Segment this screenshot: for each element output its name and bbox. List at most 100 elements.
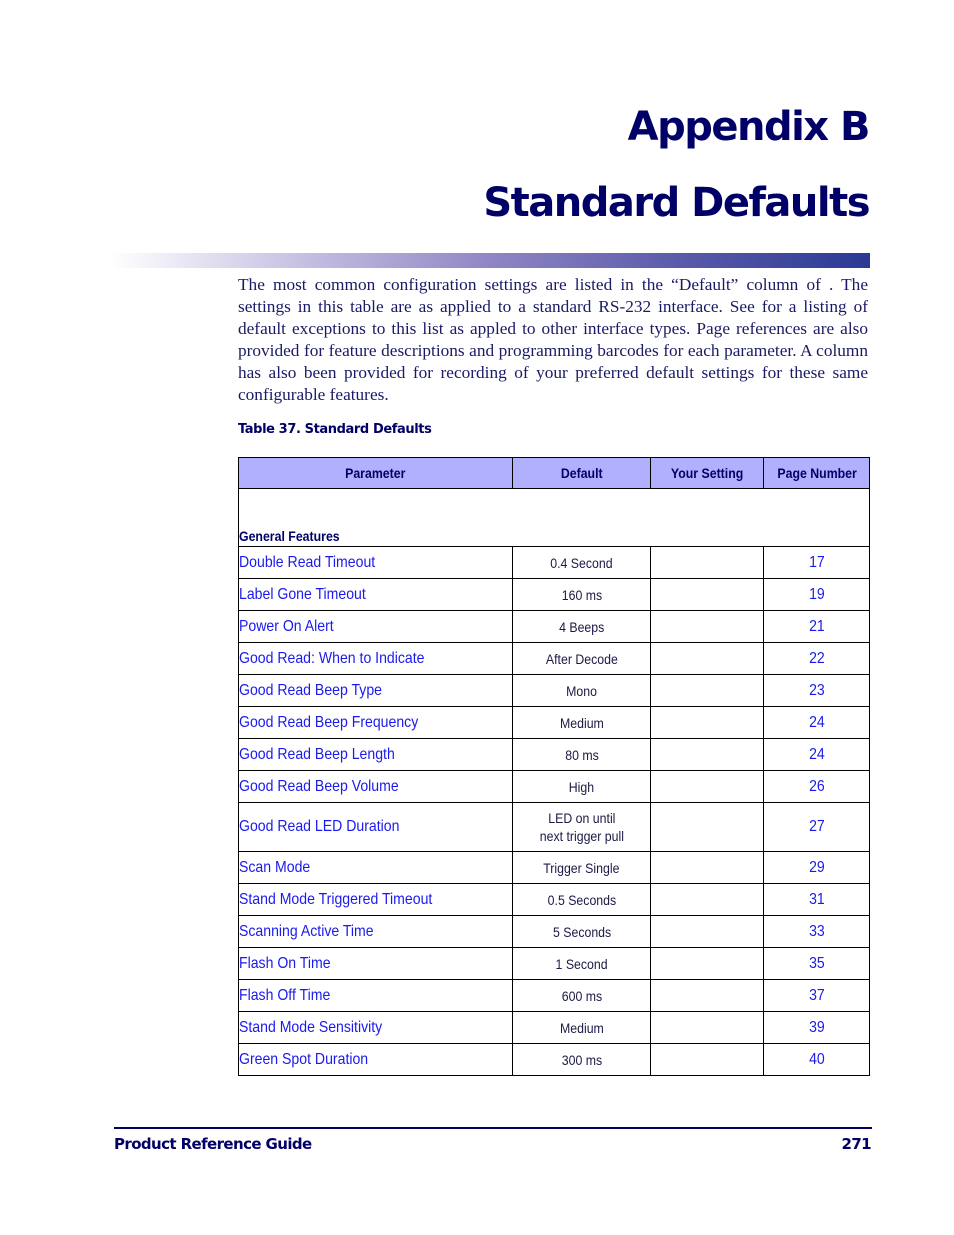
default-value: LED on until next trigger pull	[512, 802, 651, 852]
default-value: Medium	[512, 1011, 651, 1044]
page-number-link[interactable]: 24	[763, 706, 870, 739]
section-cell: General Features	[238, 488, 870, 547]
table-row: Good Read Beep Volume High 26	[237, 770, 870, 803]
your-setting-cell	[649, 883, 765, 916]
page-number-link[interactable]: 40	[763, 1043, 870, 1076]
parameter-label[interactable]: Stand Mode Sensitivity	[239, 1019, 382, 1037]
page-number-link[interactable]: 19	[763, 578, 870, 611]
page-number-text[interactable]: 17	[809, 554, 825, 572]
parameter-label[interactable]: Good Read LED Duration	[239, 818, 399, 836]
column-header-your-setting: Your Setting	[649, 457, 765, 489]
parameter-label[interactable]: Stand Mode Triggered Timeout	[239, 891, 432, 909]
parameter-link[interactable]: Power On Alert	[237, 610, 514, 643]
your-setting-cell	[649, 802, 765, 852]
parameter-link[interactable]: Good Read Beep Frequency	[237, 706, 514, 739]
parameter-label[interactable]: Power On Alert	[239, 618, 334, 636]
page-number-text[interactable]: 33	[809, 923, 825, 941]
default-value: 5 Seconds	[512, 915, 651, 948]
section-label: General Features	[239, 528, 340, 544]
page-number-text[interactable]: 26	[809, 778, 825, 796]
page-number-text[interactable]: 27	[809, 818, 825, 836]
default-value-text: Medium	[559, 1019, 604, 1036]
default-value-text: 300 ms	[561, 1051, 602, 1068]
default-value: Medium	[512, 706, 651, 739]
parameter-label[interactable]: Scan Mode	[239, 859, 310, 877]
page-number-text[interactable]: 35	[809, 955, 825, 973]
parameter-label[interactable]: Good Read Beep Frequency	[239, 714, 418, 732]
default-value-text: 4 Beeps	[559, 618, 605, 635]
page-number-link[interactable]: 22	[763, 642, 870, 675]
parameter-link[interactable]: Scanning Active Time	[237, 915, 514, 948]
column-header-page-number: Page Number	[763, 457, 870, 489]
default-value: After Decode	[512, 642, 651, 675]
parameter-link[interactable]: Good Read LED Duration	[237, 802, 514, 852]
parameter-label[interactable]: Good Read Beep Volume	[239, 778, 399, 796]
chapter-title: Standard Defaults	[483, 180, 870, 226]
default-value-text: 80 ms	[564, 746, 599, 763]
page-number-link[interactable]: 27	[763, 802, 870, 852]
your-setting-cell	[649, 1043, 765, 1076]
page-number-link[interactable]: 37	[763, 979, 870, 1012]
default-value-text: High	[568, 778, 595, 795]
default-value-text: 5 Seconds	[552, 923, 611, 940]
table-row: Flash On Time 1 Second 35	[237, 947, 870, 980]
page-number-text[interactable]: 37	[809, 987, 825, 1005]
parameter-link[interactable]: Stand Mode Triggered Timeout	[237, 883, 514, 916]
parameter-link[interactable]: Stand Mode Sensitivity	[237, 1011, 514, 1044]
page-number-link[interactable]: 39	[763, 1011, 870, 1044]
parameter-link[interactable]: Double Read Timeout	[237, 546, 514, 579]
parameter-link[interactable]: Good Read Beep Length	[237, 738, 514, 771]
table-row: Flash Off Time 600 ms 37	[237, 979, 870, 1012]
page-number-text[interactable]: 24	[809, 746, 825, 764]
page-number-text[interactable]: 40	[809, 1051, 825, 1069]
default-value-text: After Decode	[545, 650, 618, 667]
parameter-link[interactable]: Scan Mode	[237, 851, 514, 884]
page-number-text[interactable]: 23	[809, 682, 825, 700]
your-setting-cell	[649, 674, 765, 707]
table-row: Stand Mode Sensitivity Medium 39	[237, 1011, 870, 1044]
parameter-link[interactable]: Flash On Time	[237, 947, 514, 980]
parameter-label[interactable]: Green Spot Duration	[239, 1051, 368, 1069]
page-number-link[interactable]: 17	[763, 546, 870, 579]
page-number-link[interactable]: 29	[763, 851, 870, 884]
your-setting-cell	[649, 578, 765, 611]
parameter-label[interactable]: Good Read Beep Length	[239, 746, 395, 764]
page-number-text[interactable]: 21	[809, 618, 825, 636]
page-number-link[interactable]: 21	[763, 610, 870, 643]
parameter-link[interactable]: Flash Off Time	[237, 979, 514, 1012]
footer-rule	[114, 1127, 872, 1129]
default-value: 600 ms	[512, 979, 651, 1012]
default-value-text: LED on until next trigger pull	[539, 810, 624, 844]
page-number-link[interactable]: 23	[763, 674, 870, 707]
page-number-link[interactable]: 31	[763, 883, 870, 916]
parameter-label[interactable]: Double Read Timeout	[239, 554, 375, 572]
parameter-label[interactable]: Label Gone Timeout	[239, 586, 366, 604]
page-number-text[interactable]: 29	[809, 859, 825, 877]
default-value: Trigger Single	[512, 851, 651, 884]
default-value: 160 ms	[512, 578, 651, 611]
page-number-text[interactable]: 39	[809, 1019, 825, 1037]
parameter-label[interactable]: Scanning Active Time	[239, 923, 374, 941]
page-number-link[interactable]: 26	[763, 770, 870, 803]
parameter-label[interactable]: Flash Off Time	[239, 987, 330, 1005]
page-number-text[interactable]: 31	[809, 891, 825, 909]
parameter-link[interactable]: Good Read: When to Indicate	[237, 642, 514, 675]
table-header-row: Parameter Default Your Setting Page Numb…	[237, 457, 870, 489]
parameter-label[interactable]: Good Read: When to Indicate	[239, 650, 425, 668]
your-setting-cell	[649, 770, 765, 803]
parameter-label[interactable]: Flash On Time	[239, 955, 331, 973]
page-number-link[interactable]: 35	[763, 947, 870, 980]
your-setting-cell	[649, 738, 765, 771]
page-number-link[interactable]: 24	[763, 738, 870, 771]
parameter-label[interactable]: Good Read Beep Type	[239, 682, 382, 700]
parameter-link[interactable]: Green Spot Duration	[237, 1043, 514, 1076]
page-number-text[interactable]: 22	[809, 650, 825, 668]
page-number-text[interactable]: 24	[809, 714, 825, 732]
parameter-link[interactable]: Good Read Beep Volume	[237, 770, 514, 803]
default-value-text: 0.4 Second	[550, 554, 613, 571]
page-number-text[interactable]: 19	[809, 586, 825, 604]
parameter-link[interactable]: Good Read Beep Type	[237, 674, 514, 707]
page-number-link[interactable]: 33	[763, 915, 870, 948]
parameter-link[interactable]: Label Gone Timeout	[237, 578, 514, 611]
default-value: Mono	[512, 674, 651, 707]
